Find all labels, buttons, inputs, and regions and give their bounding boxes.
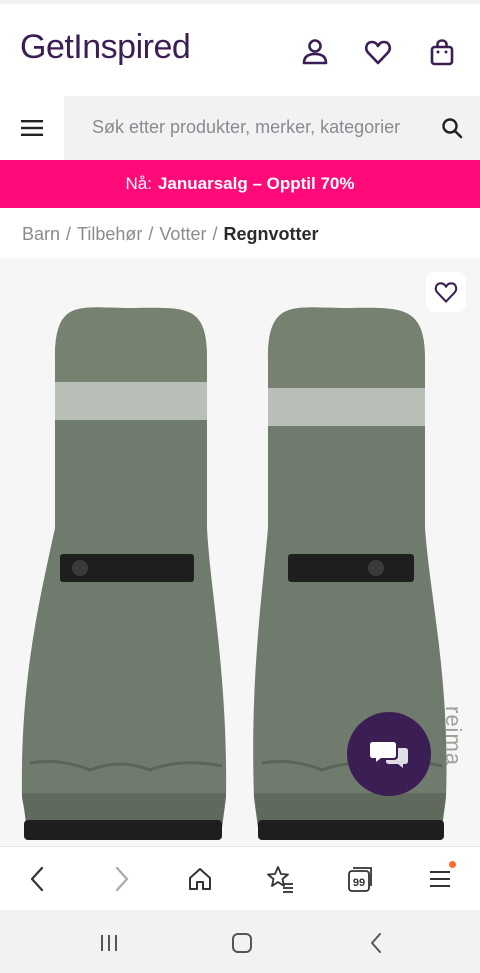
notification-dot [449, 861, 456, 868]
breadcrumb-item-barn[interactable]: Barn [22, 224, 60, 244]
breadcrumb-separator: / [212, 224, 218, 244]
home-system-button[interactable] [227, 928, 257, 958]
breadcrumb: Barn / Tilbehør / Votter / Regnvotter [22, 224, 318, 245]
system-navigation-bar [0, 910, 480, 973]
menu-icon [430, 871, 450, 887]
product-favorite-button[interactable] [426, 272, 466, 312]
chevron-right-icon [115, 866, 129, 892]
site-logo[interactable]: GetInspired [20, 28, 191, 67]
cart-button[interactable] [424, 34, 460, 70]
star-list-icon [267, 866, 293, 893]
breadcrumb-separator: / [148, 224, 154, 244]
shopping-bag-icon [430, 39, 454, 66]
browser-menu-button[interactable] [422, 861, 458, 897]
recent-apps-button[interactable] [94, 928, 124, 958]
back-chevron-icon [371, 933, 381, 953]
breadcrumb-item-tilbehor[interactable]: Tilbehør [77, 224, 142, 244]
wishlist-button[interactable] [360, 34, 396, 70]
browser-back-button[interactable] [20, 861, 56, 897]
hamburger-icon [21, 120, 43, 136]
heart-icon [364, 40, 392, 65]
promo-prefix: Nå: [125, 174, 152, 193]
home-square-icon [232, 933, 252, 953]
back-system-button[interactable] [362, 928, 392, 958]
home-icon [189, 868, 211, 890]
heart-icon [434, 282, 458, 303]
account-button[interactable] [297, 34, 333, 70]
search-icon[interactable] [438, 114, 466, 142]
breadcrumb-item-votter[interactable]: Votter [159, 224, 206, 244]
browser-toolbar: 99 [0, 846, 480, 910]
browser-bookmarks-button[interactable] [262, 861, 298, 897]
menu-button[interactable] [0, 96, 64, 160]
breadcrumb-separator: / [66, 224, 72, 244]
browser-home-button[interactable] [182, 861, 218, 897]
chat-button[interactable] [347, 712, 431, 796]
breadcrumb-current: Regnvotter [223, 224, 319, 244]
brand-mark: reima [441, 706, 466, 766]
chat-bubbles-icon [370, 742, 408, 768]
tabs-icon: 99 [348, 867, 372, 892]
recent-apps-icon [101, 935, 117, 951]
search-input[interactable]: Søk etter produkter, merker, kategorier [92, 117, 400, 138]
promo-text: Januarsalg – Opptil 70% [157, 174, 355, 193]
tab-count: 99 [353, 877, 365, 889]
user-icon [302, 39, 328, 65]
promo-banner[interactable]: Nå: Januarsalg – Opptil 70% [0, 160, 480, 208]
browser-forward-button[interactable] [103, 861, 139, 897]
search-bar: Søk etter produkter, merker, kategorier [0, 96, 480, 160]
site-header: GetInspired [0, 4, 480, 96]
chevron-left-icon [30, 866, 44, 892]
browser-tabs-button[interactable]: 99 [342, 861, 378, 897]
